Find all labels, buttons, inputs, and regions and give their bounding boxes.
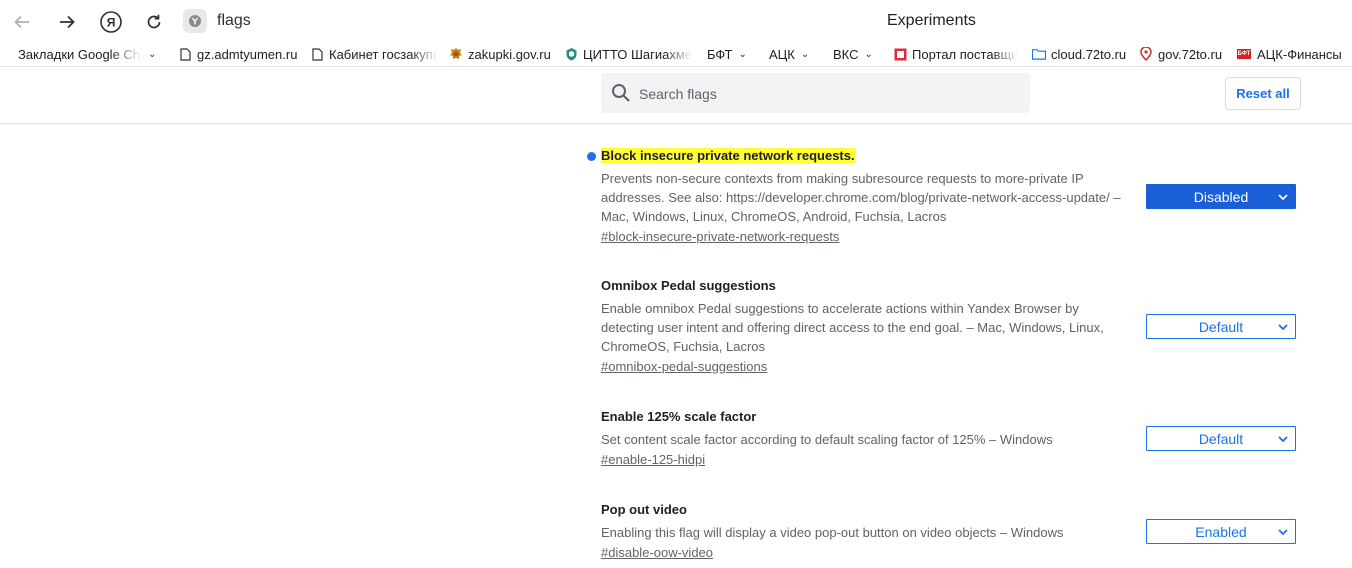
bookmark-portal[interactable]: Портал поставщи <box>893 45 1020 63</box>
chevron-down-icon: ⌄ <box>738 48 747 60</box>
bookmark-folder-ack[interactable]: АЦК ⌄ <box>769 45 815 63</box>
bookmark-label: ВКС <box>833 46 859 62</box>
reload-button[interactable] <box>140 8 168 36</box>
bookmark-label: ЦИТТО Шагиахме <box>583 46 692 62</box>
bookmark-label: АЦК <box>769 46 795 62</box>
bft-icon: БФТ <box>1236 49 1252 59</box>
experiment-state-select[interactable]: Default <box>1146 426 1296 451</box>
browser-toolbar: Я flags Experiments <box>0 0 1352 42</box>
back-button[interactable] <box>8 8 36 36</box>
experiment-state-select[interactable]: Default <box>1146 314 1296 339</box>
yandex-home-button[interactable]: Я <box>97 8 125 36</box>
search-box[interactable] <box>601 73 1030 115</box>
select-value: Default <box>1198 430 1244 447</box>
experiment-description: Enable omnibox Pedal suggestions to acce… <box>601 301 1104 354</box>
svg-text:Я: Я <box>107 16 116 30</box>
experiment-description: Set content scale factor according to de… <box>601 432 1053 447</box>
address-bar-text[interactable]: flags <box>217 12 251 30</box>
forward-button[interactable] <box>53 8 81 36</box>
chevron-down-icon <box>1278 436 1288 443</box>
chevron-down-icon: ⌄ <box>148 48 157 60</box>
experiment-state-select[interactable]: Enabled <box>1146 519 1296 544</box>
experiment-pop-out-video: Pop out video Enabling this flag will di… <box>601 501 1301 562</box>
experiment-permalink[interactable]: #omnibox-pedal-suggestions <box>601 358 767 376</box>
search-flags-input[interactable] <box>637 73 1021 115</box>
page-title: Experiments <box>887 12 976 29</box>
experiment-permalink[interactable]: #block-insecure-private-network-requests <box>601 228 839 246</box>
chevron-down-icon <box>1278 194 1288 201</box>
bookmark-label: gz.admtyumen.ru <box>197 46 298 62</box>
experiment-title: Block insecure private network requests. <box>601 148 855 163</box>
emblem-icon <box>449 47 463 61</box>
select-value: Disabled <box>1193 188 1249 205</box>
bookmark-folder-google[interactable]: Закладки Google Chr ⌄ <box>18 45 160 63</box>
flags-header: Reset all <box>0 67 1352 124</box>
modified-indicator-dot <box>587 152 596 161</box>
experiment-title: Pop out video <box>601 502 687 517</box>
site-info-button[interactable] <box>183 9 207 33</box>
yandex-shield-icon <box>189 15 201 27</box>
chevron-down-icon: ⌄ <box>864 48 873 60</box>
chevron-down-icon: ⌄ <box>800 48 810 60</box>
experiment-title: Omnibox Pedal suggestions <box>601 278 776 293</box>
bookmark-label: Портал поставщи <box>912 46 1019 62</box>
experiment-block-insecure-private-network: Block insecure private network requests.… <box>587 147 1301 246</box>
shield-icon <box>564 47 578 61</box>
experiment-permalink[interactable]: #enable-125-hidpi <box>601 451 705 469</box>
experiment-description: Prevents non-secure contexts from making… <box>601 171 1121 224</box>
bookmark-gz-admtyumen[interactable]: gz.admtyumen.ru <box>178 45 300 63</box>
bookmark-kabinet[interactable]: Кабинет госзакупо <box>310 45 438 63</box>
bookmark-label: БФТ <box>707 46 733 62</box>
experiment-title: Enable 125% scale factor <box>601 409 757 424</box>
bookmark-label: АЦК-Финансы <box>1257 46 1342 62</box>
arrow-left-icon <box>14 15 29 29</box>
reset-all-button[interactable]: Reset all <box>1225 77 1301 110</box>
bookmark-folder-bft[interactable]: БФТ ⌄ <box>707 45 752 63</box>
experiment-description: Enabling this flag will display a video … <box>601 525 1064 540</box>
bookmark-zakupki[interactable]: zakupki.gov.ru <box>449 45 554 63</box>
bookmark-label: cloud.72to.ru <box>1051 46 1127 62</box>
yandex-logo-icon: Я <box>100 11 122 33</box>
bookmark-ack-finance[interactable]: БФТ АЦК-Финансы <box>1236 45 1348 63</box>
experiment-omnibox-pedal-suggestions: Omnibox Pedal suggestions Enable omnibox… <box>601 277 1301 376</box>
chevron-down-icon <box>1278 324 1288 331</box>
experiment-permalink[interactable]: #disable-oow-video <box>601 544 713 562</box>
folder-icon <box>1032 47 1046 61</box>
select-value: Enabled <box>1195 523 1247 540</box>
bookmark-label: gov.72to.ru <box>1158 46 1223 62</box>
search-icon <box>612 84 630 102</box>
bookmark-folder-vks[interactable]: ВКС ⌄ <box>833 45 877 63</box>
experiment-enable-125-scale-factor: Enable 125% scale factor Set content sca… <box>601 408 1301 469</box>
bookmark-citto[interactable]: ЦИТТО Шагиахме <box>564 45 692 63</box>
bookmarks-bar: Закладки Google Chr ⌄ gz.admtyumen.ru Ка… <box>0 42 1352 67</box>
bookmark-cloud[interactable]: cloud.72to.ru <box>1032 45 1132 63</box>
page-icon <box>310 47 324 61</box>
select-value: Default <box>1198 318 1244 335</box>
portal-icon <box>893 47 907 61</box>
experiment-state-select[interactable]: Disabled <box>1146 184 1296 209</box>
bookmark-gov72[interactable]: gov.72to.ru <box>1139 45 1229 63</box>
page-icon <box>178 47 192 61</box>
bookmark-label: Кабинет госзакупо <box>329 46 438 62</box>
bookmark-label: Закладки Google Chr <box>18 46 142 62</box>
arrow-right-icon <box>60 15 75 29</box>
bookmark-label: zakupki.gov.ru <box>468 46 551 62</box>
pin-icon <box>1139 47 1153 61</box>
chevron-down-icon <box>1278 529 1288 536</box>
reload-icon <box>147 14 161 29</box>
